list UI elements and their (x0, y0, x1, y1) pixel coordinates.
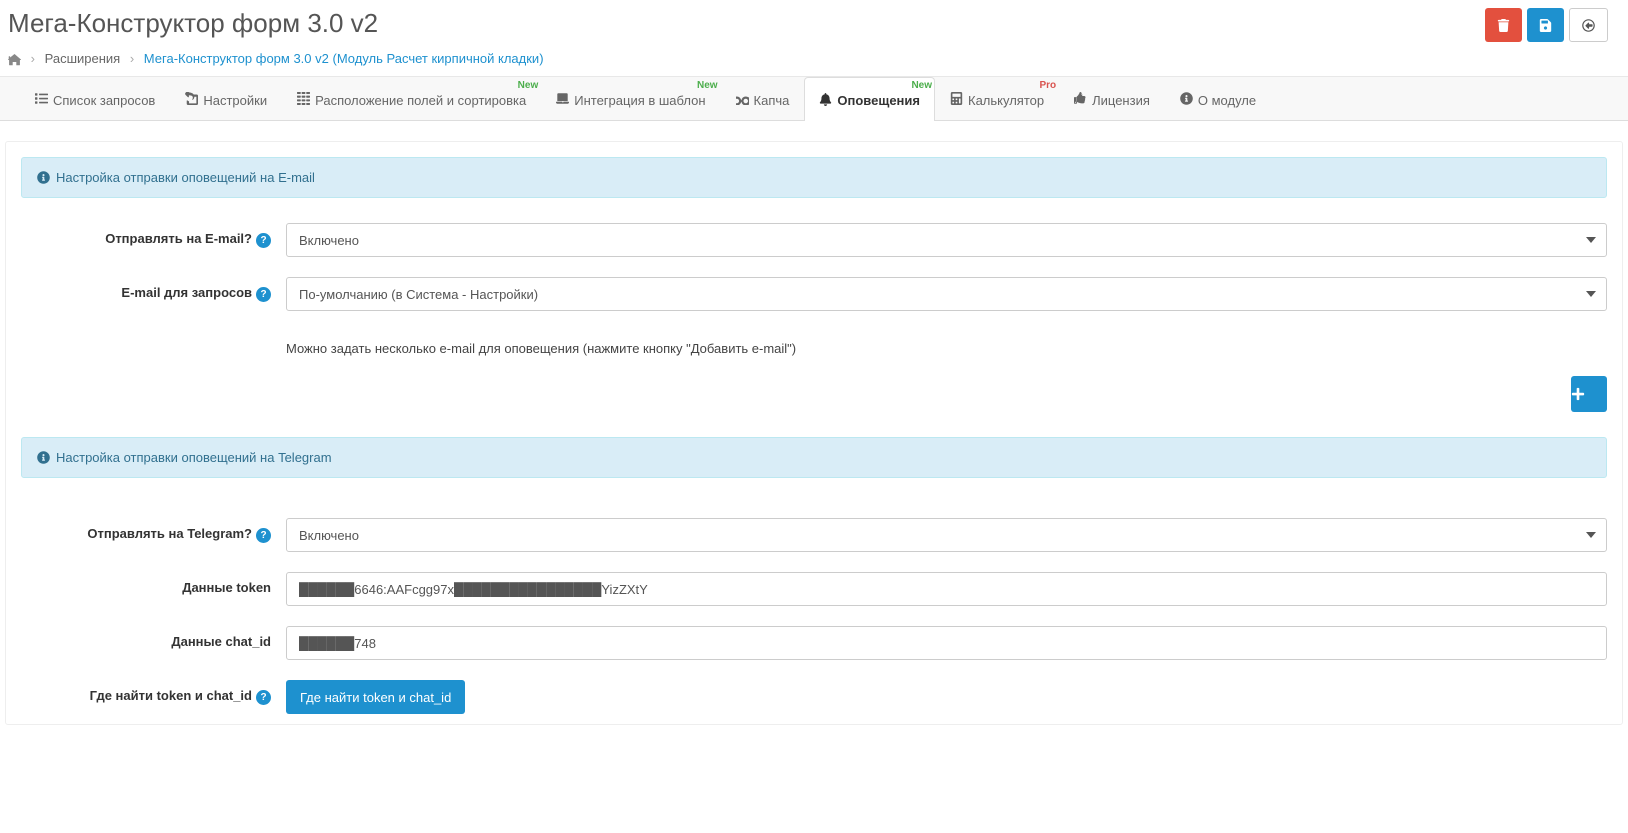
home-icon[interactable] (8, 53, 21, 66)
thumbs-up-icon (1074, 92, 1087, 108)
send-email-select[interactable]: Включено (286, 223, 1607, 257)
breadcrumb-current[interactable]: Мега-Конструктор форм 3.0 v2 (Модуль Рас… (144, 51, 544, 66)
breadcrumb-extensions[interactable]: Расширения (45, 51, 121, 66)
where-find-button[interactable]: Где найти token и chat_id (286, 680, 465, 714)
email-requests-label: E-mail для запросов? (21, 277, 286, 302)
delete-button[interactable] (1485, 8, 1522, 42)
wrench-icon (185, 92, 198, 108)
tab-6[interactable]: КалькуляторPro (935, 77, 1059, 120)
token-input[interactable] (286, 572, 1607, 606)
tab-0[interactable]: Список запросов (20, 77, 170, 120)
calculator-icon (950, 92, 963, 108)
token-label: Данные token (21, 572, 286, 595)
help-icon[interactable]: ? (256, 287, 271, 302)
where-label: Где найти token и chat_id? (21, 680, 286, 705)
email-requests-select[interactable]: По-умолчанию (в Система - Настройки) (286, 277, 1607, 311)
send-telegram-label: Отправлять на Telegram?? (21, 518, 286, 543)
info-icon (1180, 92, 1193, 108)
tab-4[interactable]: Капча (721, 77, 805, 120)
send-telegram-select[interactable]: Включено (286, 518, 1607, 552)
tab-1[interactable]: Настройки (170, 77, 282, 120)
bell-icon (819, 93, 832, 109)
info-icon (37, 451, 50, 464)
email-section-header: Настройка отправки оповещений на E-mail (21, 157, 1607, 198)
chatid-label: Данные chat_id (21, 626, 286, 649)
grid-icon (297, 92, 310, 108)
save-button[interactable] (1527, 8, 1564, 42)
email-help-text: Можно задать несколько e-mail для оповещ… (286, 341, 1607, 356)
laptop-icon (556, 92, 569, 108)
puzzle-icon (736, 92, 749, 108)
reply-icon (1582, 19, 1595, 32)
page-title: Мега-Конструктор форм 3.0 v2 (8, 8, 378, 39)
breadcrumb: › Расширения › Мега-Конструктор форм 3.0… (0, 47, 1628, 77)
tab-5[interactable]: ОповещенияNew (804, 77, 935, 121)
tab-8[interactable]: О модуле (1165, 77, 1271, 120)
send-email-label: Отправлять на E-mail?? (21, 223, 286, 248)
help-icon[interactable]: ? (256, 528, 271, 543)
info-icon (37, 171, 50, 184)
plus-icon (1571, 387, 1585, 401)
help-icon[interactable]: ? (256, 690, 271, 705)
save-icon (1539, 19, 1552, 32)
tabs: Список запросовНастройкиРасположение пол… (0, 77, 1628, 121)
telegram-section-header: Настройка отправки оповещений на Telegra… (21, 437, 1607, 478)
tab-3[interactable]: Интеграция в шаблонNew (541, 77, 720, 120)
trash-icon (1497, 19, 1510, 32)
add-email-button[interactable] (1571, 376, 1607, 412)
tab-2[interactable]: Расположение полей и сортировкаNew (282, 77, 541, 120)
tab-7[interactable]: Лицензия (1059, 77, 1165, 120)
list-icon (35, 92, 48, 108)
back-button[interactable] (1569, 8, 1608, 42)
help-icon[interactable]: ? (256, 233, 271, 248)
chatid-input[interactable] (286, 626, 1607, 660)
